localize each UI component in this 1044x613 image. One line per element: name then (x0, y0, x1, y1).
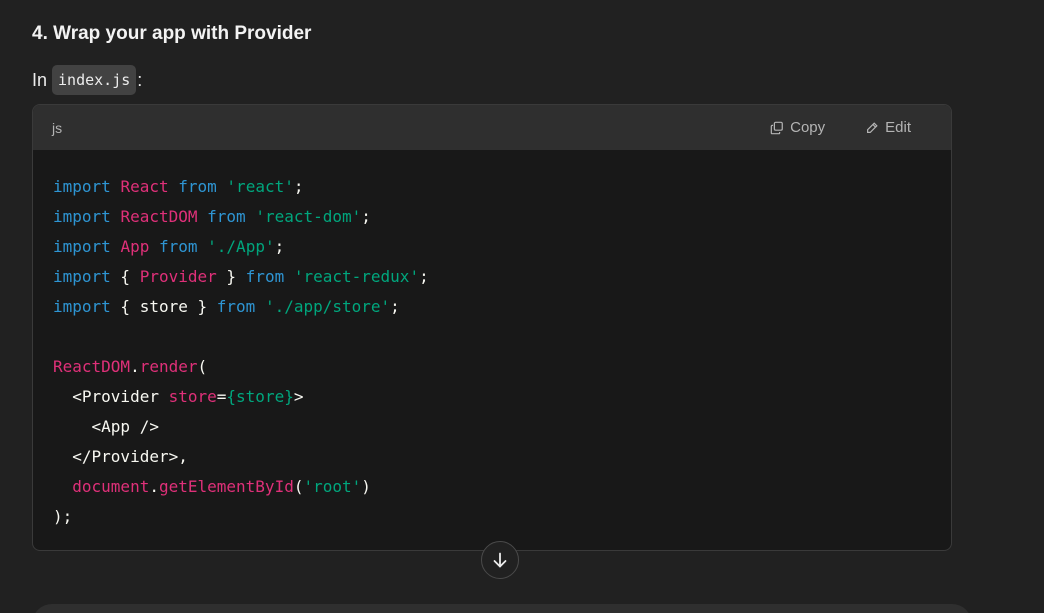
code-token: import (53, 267, 111, 286)
chat-message: 4. Wrap your app with Provider In index.… (0, 0, 1044, 613)
code-token: 'root' (303, 477, 362, 496)
code-token: './App' (207, 237, 275, 256)
code-token: App (120, 237, 150, 256)
code-token: from (216, 297, 256, 316)
code-token: ; (274, 237, 285, 256)
code-token: ; (361, 207, 371, 226)
code-token: getElementById (158, 477, 294, 496)
section-heading: 4. Wrap your app with Provider (32, 23, 312, 44)
inline-code-filename: index.js (52, 65, 137, 95)
code-token: ; (293, 177, 304, 196)
code-token: > (293, 387, 304, 406)
code-token: ); (53, 507, 73, 526)
code-token: from (178, 177, 217, 196)
code-token: . (130, 357, 140, 376)
code-token: React (120, 177, 169, 196)
copy-icon (770, 121, 783, 134)
code-line: ); (53, 502, 931, 532)
code-block: js Copy Edit import React from 'react'; … (32, 104, 952, 551)
code-token: ) (361, 477, 371, 496)
code-token: ReactDOM (53, 357, 131, 376)
code-token: } (216, 267, 246, 286)
code-token: import (53, 297, 111, 316)
code-line: import { Provider } from 'react-redux'; (53, 262, 931, 292)
copy-label: Copy (790, 119, 826, 136)
code-line: import App from './App'; (53, 232, 931, 262)
code-line: document.getElementById('root') (53, 472, 931, 502)
intro-line: In index.js : (32, 65, 142, 95)
code-token: from (245, 267, 285, 286)
code-token: { store } (110, 297, 217, 316)
pencil-icon (867, 121, 878, 133)
scroll-to-bottom-button[interactable] (481, 541, 519, 579)
arrow-down-icon (493, 552, 507, 568)
message-composer[interactable] (32, 604, 972, 613)
code-token: store (168, 387, 217, 406)
code-token: 'react-dom' (255, 207, 362, 226)
code-token: = (216, 387, 227, 406)
code-token: document (72, 477, 150, 496)
code-token: import (53, 237, 111, 256)
intro-prefix: In (32, 70, 48, 90)
code-token: from (158, 237, 198, 256)
code-token: 'react-redux' (293, 267, 420, 286)
code-token: <Provider (53, 387, 169, 406)
code-token: 'react' (226, 177, 294, 196)
code-line: import { store } from './app/store'; (53, 292, 931, 322)
code-line: <App /> (53, 412, 931, 442)
edit-code-button[interactable]: Edit (865, 119, 911, 136)
code-block-actions: Copy Edit (770, 119, 911, 136)
code-block-header: js Copy Edit (33, 105, 951, 150)
code-token: ReactDOM (120, 207, 198, 226)
code-language-label: js (52, 119, 63, 136)
code-line: <Provider store={store}> (53, 382, 931, 412)
code-token: { (110, 267, 140, 286)
code-token: ; (390, 297, 400, 316)
code-line: ReactDOM.render( (53, 352, 931, 382)
code-line: import React from 'react'; (53, 172, 931, 202)
edit-label: Edit (885, 119, 911, 136)
code-line: import ReactDOM from 'react-dom'; (53, 202, 931, 232)
code-token: <App /> (53, 417, 159, 436)
code-token: Provider (139, 267, 217, 286)
code-token: ; (419, 267, 429, 286)
code-token: ( (197, 357, 208, 376)
code-token: {store} (226, 387, 294, 406)
code-token: render (139, 357, 198, 376)
code-token: </Provider>, (53, 447, 188, 466)
code-line: </Provider>, (53, 442, 931, 472)
copy-code-button[interactable]: Copy (770, 119, 825, 136)
code-token: from (207, 207, 246, 226)
intro-suffix: : (137, 70, 143, 90)
code-token: . (149, 477, 159, 496)
code-token: import (53, 177, 111, 196)
code-token: './app/store' (264, 297, 391, 316)
code-content: import React from 'react'; import ReactDO… (33, 150, 951, 532)
code-token: import (53, 207, 111, 226)
